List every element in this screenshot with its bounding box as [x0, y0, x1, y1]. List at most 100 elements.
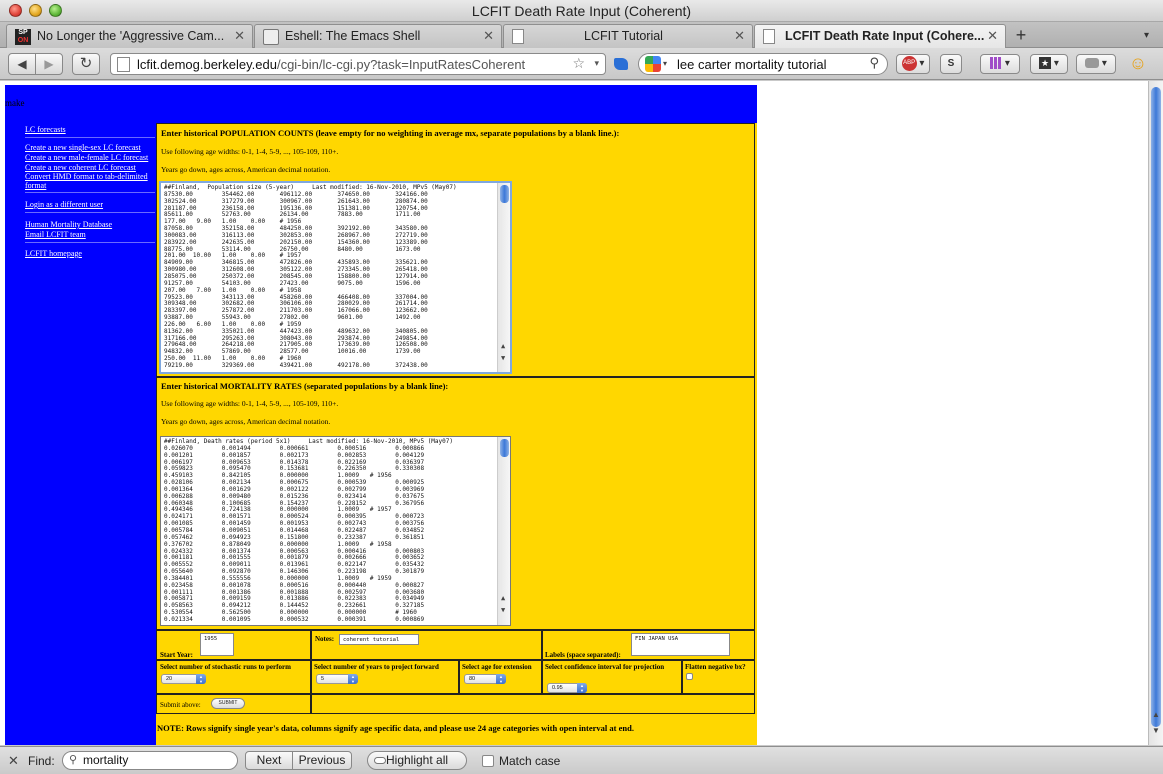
- form-panel: Enter historical POPULATION COUNTS (leav…: [156, 123, 757, 745]
- terminal-favicon-icon: [263, 29, 279, 45]
- labels-input[interactable]: FIN JAPAN USA: [631, 633, 730, 656]
- scroll-down-icon[interactable]: ▼: [1152, 726, 1160, 735]
- url-path: /cgi-bin/lc-cgi.py?task=InputRatesCohere…: [276, 57, 526, 72]
- grid-extension-button[interactable]: ▾: [980, 54, 1020, 74]
- page-header-banner: make: [5, 85, 757, 123]
- notes-input[interactable]: coherent tutorial: [339, 634, 419, 645]
- tab-bar: SP ON No Longer the 'Aggressive Cam... ✕ …: [0, 22, 1163, 48]
- tab-eshell[interactable]: Eshell: The Emacs Shell ✕: [254, 24, 502, 48]
- sidebar-link-homepage[interactable]: LCFIT homepage: [25, 249, 155, 258]
- labels-label: Labels (space separated):: [545, 651, 621, 659]
- find-bar: ✕ Find: ⚲ mortality Next Previous Highli…: [0, 746, 1163, 774]
- search-input[interactable]: lee carter mortality tutorial: [677, 57, 827, 72]
- sidebar-nav: LC forecasts Create a new single-sex LC …: [5, 123, 156, 745]
- population-age-note: Use following age widths: 0-1, 1-4, 5-9,…: [161, 147, 339, 156]
- navigation-toolbar: ◀ ▶ ↻ lcfit.demog.berkeley.edu/cgi-bin/l…: [0, 48, 1163, 80]
- tab-list-chevron-icon[interactable]: ▾: [1144, 30, 1149, 41]
- population-scrollbar[interactable]: ▲ ▼: [497, 183, 510, 372]
- tab-lcfit-tutorial[interactable]: LCFIT Tutorial ✕: [503, 24, 753, 48]
- submit-button[interactable]: SUBMIT: [211, 698, 245, 709]
- share-icon[interactable]: [614, 58, 628, 70]
- back-button[interactable]: ◀: [8, 53, 36, 75]
- s-extension-button[interactable]: S: [940, 54, 962, 74]
- chevron-down-icon[interactable]: ▾: [663, 59, 667, 68]
- search-icon[interactable]: ⚲: [869, 55, 879, 71]
- scroll-down-icon[interactable]: ▼: [501, 607, 505, 614]
- window-titlebar: LCFIT Death Rate Input (Coherent): [0, 0, 1163, 22]
- tab-spiegel[interactable]: SP ON No Longer the 'Aggressive Cam... ✕: [6, 24, 253, 48]
- scroll-down-icon[interactable]: ▼: [501, 355, 505, 362]
- search-icon: ⚲: [69, 754, 78, 766]
- sidebar-link-lc-forecasts[interactable]: LC forecasts: [25, 125, 155, 134]
- tab-close-icon[interactable]: ✕: [483, 28, 494, 44]
- runs-select[interactable]: 20 ▲ ▼: [161, 674, 206, 684]
- bookmark-extension-button[interactable]: ★ ▾: [1030, 54, 1068, 74]
- labels-cell: Labels (space separated): FIN JAPAN USA: [542, 630, 755, 660]
- close-icon[interactable]: ✕: [8, 753, 19, 769]
- page-favicon-icon: [512, 29, 524, 44]
- tab-close-icon[interactable]: ✕: [734, 28, 745, 44]
- wrench-icon: [1085, 58, 1100, 69]
- mortality-years-note: Years go down, ages across, American dec…: [161, 417, 331, 426]
- url-bar[interactable]: lcfit.demog.berkeley.edu/cgi-bin/lc-cgi.…: [110, 53, 606, 75]
- smiley-extension-button[interactable]: ☺: [1126, 54, 1150, 74]
- reload-icon: ↻: [79, 55, 93, 72]
- find-input[interactable]: ⚲ mortality: [62, 751, 238, 770]
- select-arrows-icon: ▲ ▼: [196, 674, 206, 684]
- window-title: LCFIT Death Rate Input (Coherent): [471, 3, 692, 19]
- spiegel-favicon-icon: SP ON: [15, 29, 31, 45]
- find-previous-button[interactable]: Previous: [292, 751, 352, 770]
- highlight-all-button[interactable]: Highlight all: [367, 751, 467, 770]
- google-search-engine-icon[interactable]: [645, 56, 661, 72]
- footer-note: NOTE: Rows signify single year's data, c…: [157, 723, 634, 733]
- bookmark-star-icon: ★: [1039, 57, 1052, 70]
- sidebar-link-hmd[interactable]: Human Mortality Database: [25, 220, 155, 229]
- tab-close-icon[interactable]: ✕: [987, 28, 998, 44]
- sidebar-link-single-sex[interactable]: Create a new single-sex LC forecast: [25, 143, 155, 152]
- page-scrollbar[interactable]: ▲ ▼: [1148, 81, 1163, 745]
- start-year-input[interactable]: 1955: [200, 633, 234, 656]
- submit-row-filler: [311, 694, 755, 714]
- population-text: ##Finland, Population size (5-year) Last…: [164, 184, 457, 370]
- scroll-up-icon[interactable]: ▲: [501, 343, 505, 350]
- sidebar-link-convert-hmd[interactable]: Convert HMD format to tab-delimited form…: [25, 172, 155, 190]
- tab-lcfit-coherent[interactable]: LCFIT Death Rate Input (Cohere... ✕: [754, 24, 1006, 48]
- years-forward-select[interactable]: 5 ▲ ▼: [316, 674, 358, 684]
- back-arrow-icon: ◀: [17, 57, 27, 71]
- age-extension-select[interactable]: 80 ▲ ▼: [464, 674, 506, 684]
- forward-button[interactable]: ▶: [35, 53, 63, 75]
- scroll-up-icon[interactable]: ▲: [1152, 710, 1160, 719]
- tab-label: Eshell: The Emacs Shell: [285, 29, 421, 43]
- flatten-label: Flatten negative bx?: [685, 663, 746, 671]
- scroll-thumb[interactable]: [500, 439, 509, 457]
- find-label: Find:: [28, 754, 55, 768]
- sidebar-link-coherent[interactable]: Create a new coherent LC forecast: [25, 163, 155, 172]
- sidebar-link-email[interactable]: Email LCFIT team: [25, 230, 155, 239]
- url-host: lcfit.demog.berkeley.edu: [137, 57, 277, 72]
- url-history-dropdown-icon[interactable]: ▾: [594, 58, 599, 69]
- tab-close-icon[interactable]: ✕: [234, 28, 245, 44]
- sidebar-link-login[interactable]: Login as a different user: [25, 200, 155, 209]
- start-year-cell: Start Year: 1955: [156, 630, 311, 660]
- search-bar[interactable]: ▾ lee carter mortality tutorial ⚲: [638, 53, 888, 75]
- mortality-section: Enter historical MORTALITY RATES (separa…: [156, 377, 755, 630]
- scroll-thumb[interactable]: [500, 185, 509, 203]
- population-textarea[interactable]: ##Finland, Population size (5-year) Last…: [159, 181, 512, 374]
- page-scroll-thumb[interactable]: [1151, 87, 1161, 727]
- mortality-scrollbar[interactable]: ▲ ▼: [497, 437, 510, 625]
- flatten-cell: Flatten negative bx?: [682, 660, 755, 694]
- find-next-button[interactable]: Next: [245, 751, 293, 770]
- flatten-checkbox[interactable]: [686, 673, 693, 680]
- reload-button[interactable]: ↻: [72, 53, 100, 75]
- bookmark-star-icon[interactable]: ☆: [572, 55, 585, 72]
- scroll-up-icon[interactable]: ▲: [501, 595, 505, 602]
- new-tab-button[interactable]: +: [1008, 25, 1034, 47]
- sidebar-link-male-female[interactable]: Create a new male-female LC forecast: [25, 153, 155, 162]
- confidence-select[interactable]: 0.95 ▲ ▼: [547, 683, 587, 693]
- tab-label: LCFIT Death Rate Input (Cohere...: [785, 29, 985, 43]
- adblock-button[interactable]: ABP ▾: [896, 54, 930, 74]
- population-title: Enter historical POPULATION COUNTS (leav…: [161, 128, 620, 138]
- match-case-checkbox[interactable]: [482, 755, 494, 767]
- mortality-textarea[interactable]: ##Finland, Death rates (period 5x1) Last…: [160, 436, 511, 626]
- tools-extension-button[interactable]: ▾: [1076, 54, 1116, 74]
